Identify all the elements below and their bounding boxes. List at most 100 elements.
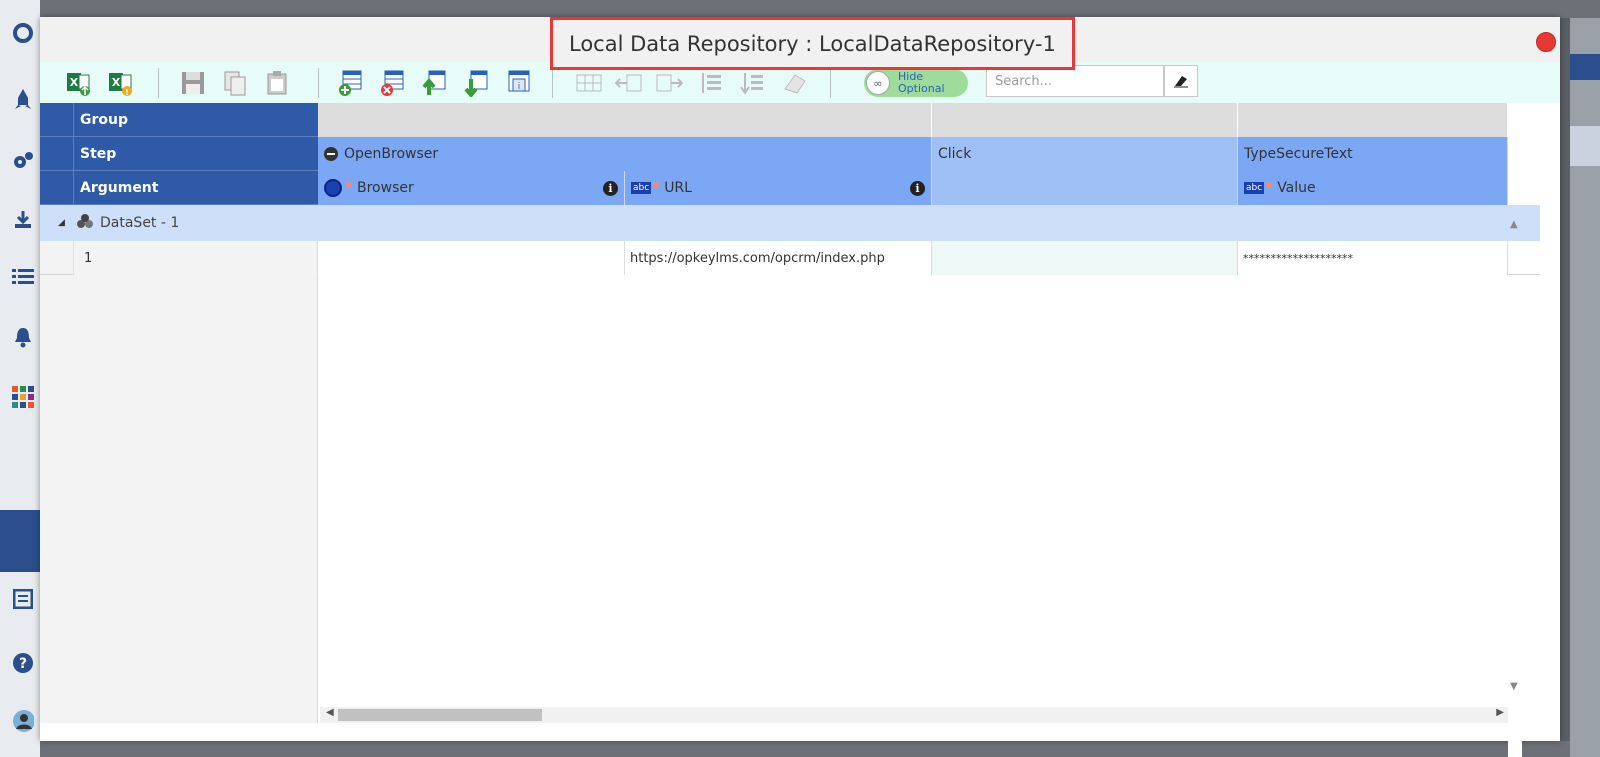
indent-icon — [702, 73, 721, 93]
toggle-label-line2: Optional — [898, 82, 945, 95]
toolbar-separator — [552, 68, 553, 98]
step-header-click[interactable]: Click — [932, 137, 1238, 171]
toolbar-separator — [158, 68, 159, 98]
save-icon — [182, 72, 204, 94]
scroll-left-arrow-icon[interactable]: ◀ — [326, 707, 334, 718]
dataset-icon — [76, 213, 94, 233]
toolbar-separator — [318, 68, 319, 98]
help-icon[interactable]: ? — [12, 652, 34, 674]
bell-icon[interactable] — [12, 326, 34, 348]
argument-header-browser[interactable]: Browser i — [318, 171, 625, 205]
horizontal-scrollbar[interactable]: ◀ ▶ — [320, 707, 1508, 723]
argument-row-label: Argument — [74, 171, 318, 205]
row-gutter — [40, 103, 74, 137]
expand-triangle-icon[interactable]: ◢ — [58, 218, 65, 228]
insert-column-left-button[interactable] — [614, 68, 644, 98]
step-name: TypeSecureText — [1244, 146, 1353, 162]
argument-header-empty[interactable] — [932, 171, 1238, 205]
move-up-icon — [422, 70, 446, 95]
step-header-openbrowser[interactable]: OpenBrowser — [318, 137, 932, 171]
scrollbar-thumb[interactable] — [338, 709, 542, 721]
dataset-add-icon — [339, 70, 362, 96]
group-cell[interactable] — [318, 103, 932, 137]
group-cell[interactable] — [932, 103, 1238, 137]
list-icon[interactable] — [12, 266, 34, 288]
dataset-label: DataSet - 1 — [100, 215, 180, 231]
url-cell[interactable]: https://opkeylms.com/opcrm/index.php — [625, 241, 932, 275]
user-avatar-icon[interactable] — [12, 710, 34, 732]
hide-optional-toggle[interactable]: ∞ Hide Optional — [864, 69, 968, 97]
insert-left-icon — [615, 74, 642, 92]
row-index-cell: 1 — [74, 241, 318, 275]
dialog-title: Local Data Repository : LocalDataReposit… — [550, 17, 1075, 70]
outdent-icon — [740, 73, 763, 95]
group-cell[interactable] — [1238, 103, 1508, 137]
paste-icon — [267, 71, 287, 95]
apps-grid-icon[interactable] — [12, 386, 34, 408]
background-bottom-strip — [40, 741, 1570, 757]
scroll-up-arrow-icon[interactable]: ▲ — [1510, 219, 1518, 230]
toolbar-separator — [830, 68, 831, 98]
argument-name: Value — [1277, 180, 1316, 196]
insert-right-icon — [656, 74, 683, 92]
copy-button[interactable] — [220, 68, 250, 98]
table-row[interactable]: 1 https://opkeylms.com/opcrm/index.php *… — [40, 241, 1540, 275]
local-data-repository-dialog: Local Data Repository : LocalDataReposit… — [40, 17, 1560, 757]
save-button[interactable] — [178, 68, 208, 98]
info-icon[interactable]: i — [910, 180, 925, 196]
dataset-group-row[interactable]: ◢ DataSet - 1 — [40, 205, 1540, 241]
frozen-left-pane — [40, 275, 318, 723]
app-logo-icon — [12, 22, 34, 44]
scroll-down-arrow-icon[interactable]: ▼ — [1510, 681, 1518, 692]
background-top-strip — [40, 0, 1600, 18]
erase-button[interactable] — [780, 68, 810, 98]
notes-icon[interactable] — [12, 588, 34, 610]
import-excel-button[interactable]: X — [64, 68, 94, 98]
click-cell[interactable] — [932, 241, 1238, 275]
collapse-icon[interactable] — [324, 147, 338, 161]
step-name: OpenBrowser — [344, 146, 439, 162]
info-icon[interactable]: i — [603, 180, 618, 196]
step-header-typesecuretext[interactable]: TypeSecureText — [1238, 137, 1508, 171]
outdent-button[interactable] — [738, 68, 768, 98]
close-button[interactable] — [1536, 32, 1556, 52]
svg-text:!: ! — [125, 88, 129, 97]
excel-import-icon: X — [67, 73, 90, 96]
insert-dataset-button[interactable]: i — [504, 68, 534, 98]
gears-icon[interactable] — [12, 150, 34, 172]
browser-cell[interactable] — [318, 241, 625, 275]
insert-row-button[interactable] — [574, 68, 604, 98]
background-dropdown-button — [1570, 54, 1600, 80]
clear-search-button[interactable] — [1164, 65, 1198, 97]
required-marker-icon — [1266, 182, 1273, 188]
argument-name: Browser — [357, 180, 414, 196]
sidebar-active-item[interactable] — [0, 510, 40, 572]
excel-export-icon: X! — [109, 73, 132, 97]
text-type-icon: abc — [1244, 182, 1265, 194]
argument-header-url[interactable]: abc URL i — [625, 171, 932, 205]
group-row-label: Group — [74, 103, 318, 137]
data-grid: Group Step OpenBrowser Click TypeSecureT… — [40, 103, 1540, 757]
insert-column-right-button[interactable] — [654, 68, 684, 98]
background-sidebar: ? — [0, 0, 40, 757]
indent-button[interactable] — [696, 68, 726, 98]
value-cell[interactable]: ******************** — [1238, 241, 1508, 275]
step-row-label: Step — [74, 137, 318, 171]
step-name: Click — [938, 146, 972, 162]
move-up-button[interactable] — [420, 68, 450, 98]
paste-button[interactable] — [262, 68, 292, 98]
vertical-scrollbar[interactable]: ▲ ▼ — [1508, 219, 1522, 757]
browser-globe-icon — [324, 179, 342, 197]
required-marker-icon — [653, 182, 660, 188]
scroll-right-arrow-icon[interactable]: ▶ — [1496, 707, 1504, 718]
delete-dataset-button[interactable] — [378, 68, 408, 98]
rocket-icon[interactable] — [12, 88, 34, 110]
argument-header-value[interactable]: abc Value — [1238, 171, 1508, 205]
row-gutter — [40, 137, 74, 171]
export-excel-button[interactable]: X! — [106, 68, 136, 98]
text-type-icon: abc — [631, 182, 652, 194]
download-icon[interactable] — [12, 208, 34, 230]
svg-text:i: i — [518, 82, 521, 92]
add-dataset-button[interactable] — [336, 68, 366, 98]
move-down-button[interactable] — [462, 68, 492, 98]
